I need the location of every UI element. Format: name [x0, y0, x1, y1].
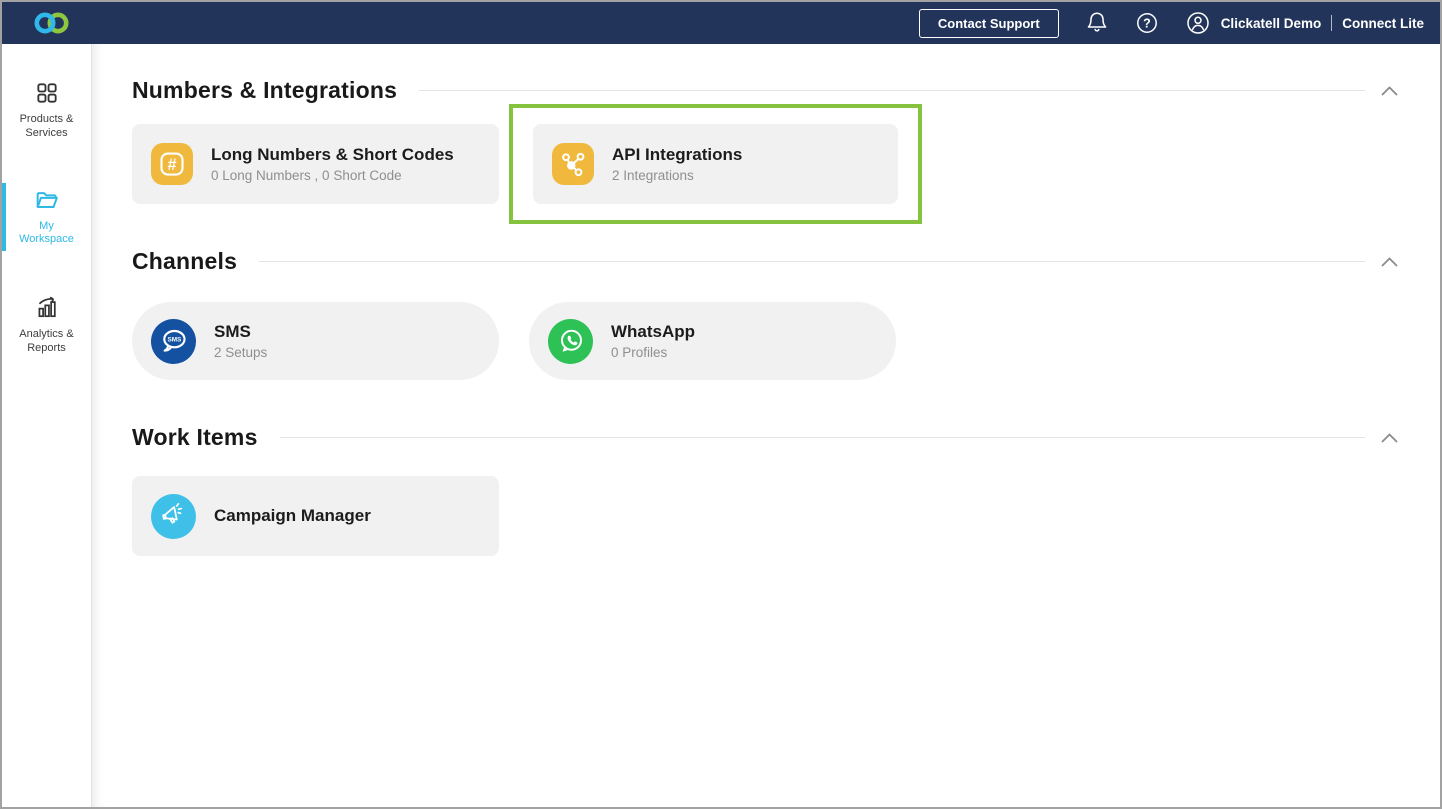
card-campaign-manager[interactable]: Campaign Manager	[132, 476, 499, 556]
share-icon	[552, 143, 594, 185]
account-divider	[1331, 15, 1332, 31]
highlight-outline: API Integrations 2 Integrations	[509, 104, 922, 224]
sms-bubble-icon: SMS	[151, 319, 196, 364]
section-title: Numbers & Integrations	[132, 77, 397, 104]
notifications-button[interactable]	[1085, 10, 1109, 36]
work-items-cards-row: Campaign Manager	[132, 476, 1400, 556]
bell-icon	[1085, 10, 1109, 36]
card-long-numbers-short-codes[interactable]: # Long Numbers & Short Codes 0 Long Numb…	[132, 124, 499, 204]
megaphone-icon	[151, 494, 196, 539]
account-menu[interactable]: Clickatell Demo Connect Lite	[1185, 10, 1424, 36]
card-title: API Integrations	[612, 145, 742, 165]
collapse-section-button[interactable]	[1379, 255, 1400, 269]
sidebar-item-label: Products & Services	[11, 113, 83, 141]
section-title: Channels	[132, 248, 237, 275]
section-header-numbers-integrations: Numbers & Integrations	[132, 77, 1400, 104]
card-title: WhatsApp	[611, 322, 695, 342]
account-name: Clickatell Demo	[1221, 16, 1322, 31]
main-content: Numbers & Integrations #	[92, 44, 1440, 807]
collapse-section-button[interactable]	[1379, 431, 1400, 445]
help-icon: ?	[1135, 11, 1159, 35]
sidebar-item-products-services[interactable]: Products & Services	[2, 74, 91, 147]
active-indicator	[2, 183, 6, 252]
user-icon	[1185, 10, 1211, 36]
chevron-up-icon	[1381, 86, 1398, 96]
sidebar-item-label: Analytics & Reports	[11, 328, 83, 356]
card-sms[interactable]: SMS SMS 2 Setups	[132, 302, 499, 380]
grid-icon	[34, 80, 60, 106]
section-divider-line	[259, 261, 1365, 262]
card-subtitle: 0 Long Numbers , 0 Short Code	[211, 168, 454, 183]
sidebar-item-label: My Workspace	[11, 220, 83, 248]
whatsapp-icon	[548, 319, 593, 364]
section-header-channels: Channels	[132, 248, 1400, 275]
app-window: Contact Support ? Clicka	[0, 0, 1442, 809]
svg-text:#: #	[167, 156, 176, 174]
chevron-up-icon	[1381, 433, 1398, 443]
card-subtitle: 2 Setups	[214, 345, 267, 360]
bar-chart-icon	[34, 293, 60, 321]
chevron-up-icon	[1381, 257, 1398, 267]
card-api-integrations[interactable]: API Integrations 2 Integrations	[533, 124, 898, 204]
plan-name: Connect Lite	[1342, 16, 1424, 31]
svg-text:?: ?	[1143, 16, 1151, 30]
numbers-cards-row: # Long Numbers & Short Codes 0 Long Numb…	[132, 124, 1400, 224]
clickatell-logo	[30, 9, 74, 37]
svg-text:SMS: SMS	[167, 337, 182, 344]
section-divider-line	[280, 437, 1365, 438]
section-header-work-items: Work Items	[132, 424, 1400, 451]
folder-icon	[33, 187, 61, 213]
card-subtitle: 0 Profiles	[611, 345, 695, 360]
help-button[interactable]: ?	[1135, 11, 1159, 35]
card-subtitle: 2 Integrations	[612, 168, 742, 183]
top-navigation-bar: Contact Support ? Clicka	[2, 2, 1440, 44]
sidebar: Products & Services My Workspace	[2, 44, 92, 807]
channels-cards-row: SMS SMS 2 Setups	[132, 302, 1400, 380]
section-title: Work Items	[132, 424, 258, 451]
card-whatsapp[interactable]: WhatsApp 0 Profiles	[529, 302, 896, 380]
collapse-section-button[interactable]	[1379, 84, 1400, 98]
card-title: SMS	[214, 322, 267, 342]
card-title: Long Numbers & Short Codes	[211, 145, 454, 165]
sidebar-item-my-workspace[interactable]: My Workspace	[2, 181, 91, 254]
section-divider-line	[419, 90, 1365, 91]
clickatell-logo-icon	[30, 9, 74, 37]
contact-support-button[interactable]: Contact Support	[919, 9, 1059, 38]
sidebar-item-analytics-reports[interactable]: Analytics & Reports	[2, 287, 91, 362]
hash-icon: #	[151, 143, 193, 185]
card-title: Campaign Manager	[214, 506, 371, 526]
